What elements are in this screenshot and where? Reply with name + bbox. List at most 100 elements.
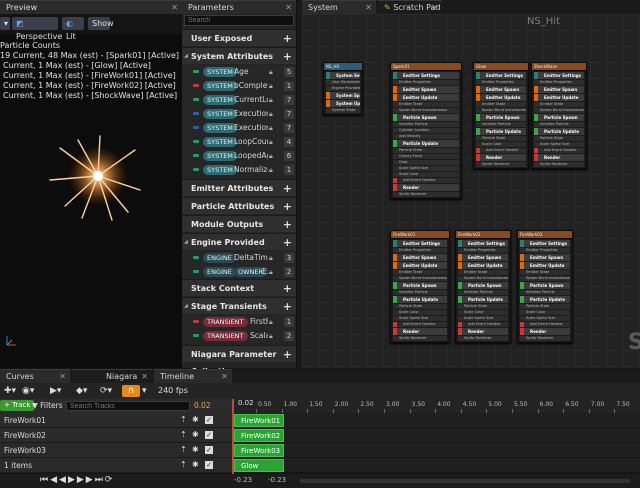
parameter-row[interactable]: SYSTEMbComplete🔒︎ 1 <box>182 79 296 93</box>
section-user-exposed[interactable]: User Exposed + <box>182 29 296 46</box>
node-stage-row[interactable]: Scale Sprite Size <box>393 166 459 171</box>
emitter-node[interactable]: FireWork03 Emitter Settings Emitter Proper… <box>517 230 573 343</box>
track-lane[interactable]: Glow <box>232 458 640 473</box>
close-icon[interactable]: ✕ <box>221 370 228 384</box>
parameter-row[interactable]: SYSTEM Age 🔒︎ 5 <box>182 65 296 79</box>
add-icon[interactable]: + <box>283 346 292 363</box>
node-stage-row[interactable]: Emitter Update <box>476 94 526 101</box>
node-stage-row[interactable]: Emitter State <box>520 270 570 275</box>
lit-button[interactable]: ◐ Lit <box>62 17 84 41</box>
section-niagara-parameter-collection[interactable]: Niagara Parameter Collection+ <box>182 345 296 376</box>
node-stage-row[interactable]: Initialize Particle <box>476 122 526 127</box>
pin-icon[interactable]: ⇡ <box>180 415 187 424</box>
track-lane[interactable]: FireWork01 <box>232 413 640 428</box>
parameter-row[interactable]: SYSTEM Execution 🔒︎ 7 <box>182 121 296 135</box>
tab-curves[interactable]: Curves ✕ <box>0 369 70 383</box>
track-clip[interactable]: FireWork02 <box>234 429 284 442</box>
node-stage-row[interactable]: Emitter Settings <box>458 240 508 247</box>
node-stage-row[interactable]: Particle State <box>476 136 526 141</box>
node-stage-row[interactable]: Particle Spawn <box>476 114 526 121</box>
loop-icon[interactable]: ⟳▾ <box>100 386 112 396</box>
node-stage-row[interactable]: Add Event Handler <box>520 322 570 327</box>
track-clip[interactable]: FireWork03 <box>234 444 284 457</box>
node-stage-row[interactable]: Sprite Renderer <box>393 336 447 341</box>
tab-system-overview[interactable]: System Overview ✕ <box>302 0 376 26</box>
node-stage-row[interactable]: Scale Sprite Size <box>520 316 570 321</box>
node-stage-row[interactable]: Add Event Handler <box>393 322 447 327</box>
node-stage-row[interactable]: System State <box>326 108 360 113</box>
node-stage-row[interactable]: Spawn Burst Instantaneous <box>534 108 584 113</box>
eye-icon[interactable]: ◉▾ <box>22 386 34 396</box>
track-clip[interactable]: FireWork01 <box>234 414 284 427</box>
node-stage-row[interactable]: Emitter Properties <box>393 80 459 85</box>
pin-icon[interactable]: ⇡ <box>180 430 187 439</box>
track-search-input[interactable] <box>66 401 190 411</box>
node-stage-row[interactable]: Particle State <box>393 148 459 153</box>
node-stage-row[interactable]: Sprite Renderer <box>393 192 459 197</box>
close-icon[interactable]: ✕ <box>285 1 292 15</box>
node-stage-row[interactable]: System Settings <box>326 72 360 79</box>
time-ruler[interactable]: 0.02 0.50 1.00 1.50 2.00 2.50 3.00 3.50 4.00 4.5… <box>232 399 640 413</box>
key-icon[interactable]: ◆▾ <box>76 386 87 396</box>
node-stage-row[interactable]: Emitter State <box>458 270 508 275</box>
node-stage-row[interactable]: Particle State <box>458 304 508 309</box>
node-stage-row[interactable]: Scale Color <box>476 142 526 147</box>
node-stage-row[interactable]: Particle Update <box>520 296 570 303</box>
node-stage-row[interactable]: Emitter Update <box>534 94 584 101</box>
node-stage-row[interactable]: Scale Sprite Size <box>393 316 447 321</box>
transport-buttons[interactable]: ⏮◀◀▶▶▶⏭⟳ <box>40 475 114 485</box>
tab-timeline[interactable]: Timeline ✕ <box>154 369 232 383</box>
node-stage-row[interactable]: Emitter Spawn <box>520 254 570 261</box>
node-stage-row[interactable]: Add Velocity <box>393 134 459 139</box>
pin-icon[interactable]: ⇡ <box>180 445 187 454</box>
node-stage-row[interactable]: Emitter Spawn <box>458 254 508 261</box>
add-icon[interactable]: + <box>283 30 292 47</box>
parameter-row[interactable]: SYSTEM Execution 🔒︎ 7 <box>182 107 296 121</box>
add-icon[interactable]: + <box>283 48 292 65</box>
tab-scratch-pad[interactable]: ✎ Scratch Pad ✕ <box>378 0 442 14</box>
node-stage-row[interactable]: Scale Color <box>393 310 447 315</box>
parameter-row[interactable]: SYSTEMCurrentLoop🔒︎ 7 <box>182 93 296 107</box>
node-stage-row[interactable]: Initialize Particle <box>520 290 570 295</box>
tab-niagara-log[interactable]: Niagara Log ✕ <box>72 369 152 395</box>
track-enabled-checkbox[interactable]: ✓ <box>205 461 213 469</box>
node-stage-row[interactable]: Particle Spawn <box>393 114 459 121</box>
pin-icon[interactable]: ⇡ <box>180 460 187 469</box>
node-stage-row[interactable]: Gravity Force <box>393 154 459 159</box>
tab-parameters[interactable]: Parameters ✕ <box>182 0 296 14</box>
node-stage-row[interactable]: Emitter Properties <box>458 248 508 253</box>
filters-button[interactable]: ▼ Filters <box>32 401 63 410</box>
node-stage-row[interactable]: Render <box>458 328 508 335</box>
parameter-row[interactable]: ENGINEOWNEREx🔒︎2 <box>182 265 296 279</box>
node-stage-row[interactable]: Particle Update <box>534 128 584 135</box>
node-stage-row[interactable]: Emitter State <box>393 102 459 107</box>
node-stage-row[interactable]: Emitter Properties <box>393 248 447 253</box>
node-stage-row[interactable]: Emitter Properties <box>476 80 526 85</box>
node-stage-row[interactable]: Emitter Settings <box>476 72 526 79</box>
node-stage-row[interactable]: Initialize Particle <box>393 290 447 295</box>
node-stage-row[interactable]: Scale Color <box>458 310 508 315</box>
perspective-button[interactable]: ◩ Perspective <box>12 17 62 41</box>
chevron-down-icon[interactable]: ▾ <box>142 386 147 396</box>
node-stage-row[interactable]: Scale Sprite Size <box>534 142 584 147</box>
node-stage-row[interactable]: Particle Spawn <box>520 282 570 289</box>
show-button[interactable]: Show <box>88 17 114 30</box>
node-stage-row[interactable]: Spawn Burst Instantaneous <box>393 108 459 113</box>
section-stage-transients[interactable]: Stage Transients + <box>182 297 296 315</box>
solo-icon[interactable]: ✱ <box>192 460 199 469</box>
node-stage-row[interactable]: Sprite Renderer <box>458 336 508 341</box>
range-start-alt[interactable]: -0.23 <box>268 476 286 484</box>
node-stage-row[interactable]: Emitter Update <box>393 262 447 269</box>
track-row[interactable]: 1 items ⇡ ✱ ✓ <box>0 458 232 473</box>
node-stage-row[interactable]: Spawn Burst Instantaneous <box>393 276 447 281</box>
node-stage-row[interactable]: Particle Spawn <box>393 282 447 289</box>
emitter-node[interactable]: ShockWave Emitter Settings Emitter Propert… <box>531 62 587 169</box>
close-icon[interactable]: ✕ <box>171 1 178 15</box>
node-stage-row[interactable]: Emitter Spawn <box>393 86 459 93</box>
node-stage-row[interactable]: Render <box>520 328 570 335</box>
node-stage-row[interactable]: Cylinder Location <box>393 128 459 133</box>
node-stage-row[interactable]: Engine Provided <box>326 86 360 91</box>
node-stage-row[interactable]: Scale Color <box>520 310 570 315</box>
add-icon[interactable]: + <box>283 216 292 233</box>
node-stage-row[interactable]: Particle Update <box>393 296 447 303</box>
